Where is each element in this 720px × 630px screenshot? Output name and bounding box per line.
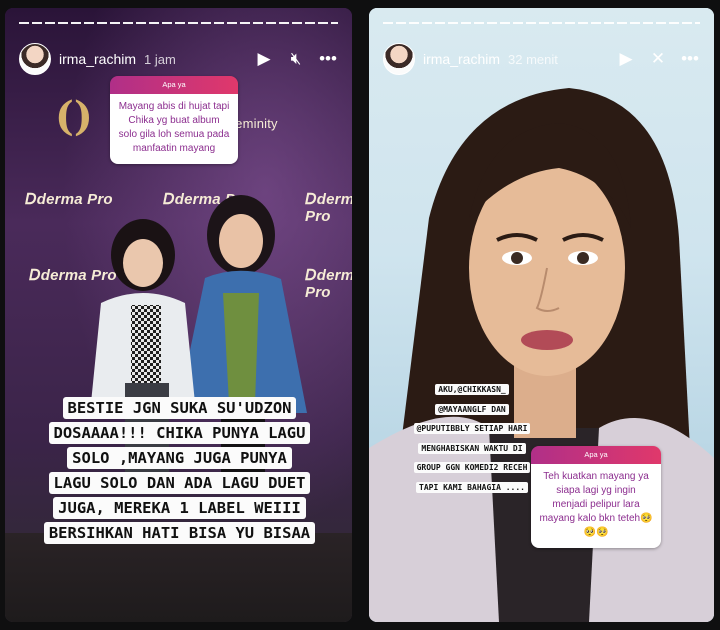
- more-icon[interactable]: •••: [316, 44, 340, 74]
- play-icon[interactable]: ▶: [252, 44, 276, 74]
- caption-line: GROUP GGN KOMEDI2 RECEH: [413, 462, 531, 473]
- mute-icon[interactable]: 🔇︎: [284, 44, 308, 74]
- play-icon[interactable]: ▶: [614, 44, 638, 74]
- caption-line: MENGHABISKAN WAKTU DI: [418, 442, 526, 454]
- story-left[interactable]: () Feminity 𝘋derma Pro 𝘋derma Pro 𝘋derma…: [5, 8, 352, 622]
- caption-line: BESTIE JGN SUKA SU'UDZON: [62, 397, 297, 419]
- question-text: Mayang abis di hujat tapi Chika yg buat …: [110, 94, 238, 164]
- story-right[interactable]: irma_rachim 32 menit ▶ ✕ ••• AKU,@CHIKKA…: [369, 8, 714, 622]
- avatar[interactable]: [383, 43, 415, 75]
- post-time: 32 menit: [508, 51, 558, 67]
- post-time: 1 jam: [144, 51, 176, 67]
- question-title: Apa ya: [110, 76, 238, 94]
- story-floor: [5, 533, 352, 622]
- caption-line: DOSAAAA!!! CHIKA PUNYA LAGU: [48, 422, 311, 444]
- more-icon[interactable]: •••: [678, 44, 702, 74]
- story-caption: BESTIE JGN SUKA SU'UDZON DOSAAAA!!! CHIK…: [27, 396, 332, 546]
- caption-line: LAGU SOLO DAN ADA LAGU DUET: [48, 472, 311, 494]
- avatar[interactable]: [19, 43, 51, 75]
- caption-line: SOLO ,MAYANG JUGA PUNYA: [67, 447, 292, 469]
- question-title: Apa ya: [531, 446, 661, 464]
- mute-icon[interactable]: ✕: [646, 44, 670, 74]
- question-sticker[interactable]: Apa ya Teh kuatkan mayang ya siapa lagi …: [531, 446, 661, 548]
- caption-line: BERSIHKAN HATI BISA YU BISAA: [43, 522, 316, 544]
- brand-mark: (): [55, 93, 93, 140]
- caption-line: @PUPUTIBBLY SETIAP HARI: [413, 423, 531, 434]
- username[interactable]: irma_rachim: [59, 51, 136, 67]
- story-progress-bar: [383, 22, 700, 24]
- question-text: Teh kuatkan mayang ya siapa lagi yg ingi…: [531, 464, 661, 548]
- caption-line: TAPI KAMI BAHAGIA ....: [416, 481, 528, 493]
- caption-line: @MAYAANGLF DAN: [435, 403, 509, 415]
- caption-line: AKU,@CHIKKASN_: [435, 384, 509, 395]
- username[interactable]: irma_rachim: [423, 51, 500, 67]
- story-header: irma_rachim 1 jam ▶ 🔇︎ •••: [19, 43, 340, 75]
- story-header: irma_rachim 32 menit ▶ ✕ •••: [383, 43, 702, 75]
- question-sticker[interactable]: Apa ya Mayang abis di hujat tapi Chika y…: [110, 76, 238, 164]
- story-progress-bar: [19, 22, 338, 24]
- caption-line: JUGA, MEREKA 1 LABEL WEIII: [53, 497, 306, 519]
